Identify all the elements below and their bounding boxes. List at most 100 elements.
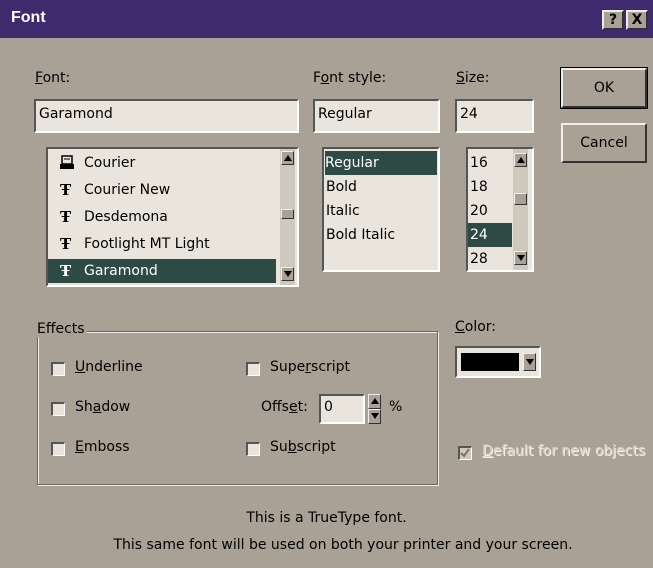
offset-a: Offs: [261, 399, 289, 415]
title-bar[interactable]: Font ? X: [0, 0, 653, 38]
font-list-item-label: Garamond: [84, 263, 158, 279]
default-rest: efault for new objects: [492, 443, 646, 459]
subscript-a: Su: [270, 439, 288, 455]
color-swatch: [461, 353, 519, 371]
superscript-a: Supe: [270, 359, 306, 375]
truetype-icon: Ŧ: [60, 235, 72, 253]
emboss-rest: mboss: [83, 439, 130, 455]
font-list-item-label: Courier New: [84, 182, 171, 198]
size-item[interactable]: 18: [470, 175, 488, 199]
emboss-accel: E: [75, 439, 84, 455]
font-style-label-accel: o: [320, 70, 330, 86]
font-list-scrollbar[interactable]: [280, 149, 295, 285]
size-list-scrollbar[interactable]: [513, 149, 528, 270]
printer-font-icon: [60, 155, 76, 179]
font-list-item-label: Courier: [84, 155, 136, 171]
default-new-objects-checkbox[interactable]: [458, 446, 472, 460]
help-button[interactable]: ?: [602, 10, 624, 30]
superscript-checkbox[interactable]: [246, 362, 260, 376]
size-item[interactable]: 28: [470, 247, 488, 270]
underline-checkbox[interactable]: [51, 362, 65, 376]
underline-label[interactable]: Underline: [75, 359, 143, 375]
offset-accel: e: [288, 399, 298, 415]
cancel-button[interactable]: Cancel: [561, 123, 647, 163]
offset-spinner[interactable]: [368, 394, 383, 424]
arrow-down-icon: [517, 255, 525, 261]
color-accel: C: [455, 319, 465, 335]
default-accel: D: [482, 443, 493, 459]
size-item-selected[interactable]: 24: [468, 223, 512, 247]
superscript-label[interactable]: Superscript: [270, 359, 350, 375]
font-list-item-label: Desdemona: [84, 209, 168, 225]
subscript-accel: b: [287, 439, 297, 455]
font-list-item[interactable]: Ŧ Footlight MT Light: [48, 232, 280, 256]
shadow-rest: dow: [101, 399, 131, 415]
scroll-down-button[interactable]: [514, 251, 527, 265]
truetype-icon: Ŧ: [60, 262, 72, 280]
font-dialog: Font ? X Font: Garamond Courier Ŧ Courie…: [0, 0, 653, 568]
shadow-label[interactable]: Shadow: [75, 399, 130, 415]
emboss-checkbox[interactable]: [51, 442, 65, 456]
info-line-2: This same font will be used on both your…: [113, 537, 573, 553]
scroll-thumb[interactable]: [281, 209, 294, 219]
spin-up-button[interactable]: [368, 394, 381, 409]
offset-input[interactable]: 0: [319, 394, 365, 424]
ok-button[interactable]: OK: [560, 67, 648, 109]
font-label-accel: F: [35, 70, 43, 86]
shadow-checkbox[interactable]: [51, 402, 65, 416]
color-dropdown[interactable]: [455, 346, 541, 378]
font-style-item[interactable]: Bold Italic: [326, 223, 395, 247]
info-line-1: This is a TrueType font.: [246, 510, 407, 526]
size-input[interactable]: 24: [455, 99, 534, 133]
color-label: Color:: [455, 319, 496, 335]
scroll-thumb[interactable]: [514, 193, 527, 205]
size-list[interactable]: 16 18 20 24 28: [466, 147, 534, 272]
subscript-label[interactable]: Subscript: [270, 439, 336, 455]
effects-title: Effects: [35, 321, 87, 337]
font-style-item[interactable]: Italic: [326, 199, 360, 223]
default-new-objects-label[interactable]: Default for new objects: [482, 443, 645, 459]
scroll-up-button[interactable]: [514, 153, 527, 167]
font-style-item-selected[interactable]: Regular: [325, 151, 437, 175]
font-style-item[interactable]: Bold: [326, 175, 357, 199]
size-label-accel: S: [456, 70, 465, 86]
truetype-icon: Ŧ: [60, 181, 72, 199]
offset-rest: t:: [297, 399, 308, 415]
scroll-up-button[interactable]: [281, 151, 294, 165]
close-button[interactable]: X: [626, 10, 648, 30]
font-style-label-a: F: [313, 70, 321, 86]
underline-accel: U: [75, 359, 86, 375]
font-list-item[interactable]: Courier: [48, 151, 280, 175]
font-label-rest: ont:: [42, 70, 71, 86]
font-list[interactable]: Courier Ŧ Courier New Ŧ Desdemona Ŧ Foot…: [46, 147, 299, 287]
font-list-item[interactable]: Ŧ Desdemona: [48, 205, 280, 229]
font-style-input[interactable]: Regular: [313, 99, 440, 133]
arrow-down-icon: [284, 271, 292, 277]
size-item[interactable]: 16: [470, 151, 488, 175]
subscript-checkbox[interactable]: [246, 442, 260, 456]
spin-down-button[interactable]: [368, 409, 381, 424]
truetype-icon: Ŧ: [60, 208, 72, 226]
font-list-item[interactable]: Ŧ Courier New: [48, 178, 280, 202]
arrow-up-icon: [517, 157, 525, 163]
arrow-up-icon: [284, 155, 292, 161]
dropdown-arrow-button[interactable]: [523, 353, 536, 371]
offset-label: Offset:: [261, 399, 308, 415]
underline-rest: nderline: [85, 359, 143, 375]
font-label: Font:: [35, 70, 70, 86]
font-style-label: Font style:: [313, 70, 386, 86]
shadow-a: Sh: [75, 399, 93, 415]
font-input[interactable]: Garamond: [34, 99, 299, 133]
arrow-down-icon: [371, 413, 379, 419]
size-label: Size:: [456, 70, 489, 86]
emboss-label[interactable]: Emboss: [75, 439, 130, 455]
font-list-item-selected[interactable]: Ŧ Garamond: [48, 259, 276, 283]
superscript-rest: script: [311, 359, 351, 375]
color-rest: olor:: [464, 319, 497, 335]
subscript-rest: script: [296, 439, 336, 455]
size-label-rest: ize:: [464, 70, 490, 86]
size-item[interactable]: 20: [470, 199, 488, 223]
font-list-item-label: Footlight MT Light: [84, 236, 210, 252]
font-style-list[interactable]: Regular Bold Italic Bold Italic: [322, 147, 440, 272]
scroll-down-button[interactable]: [281, 267, 294, 281]
